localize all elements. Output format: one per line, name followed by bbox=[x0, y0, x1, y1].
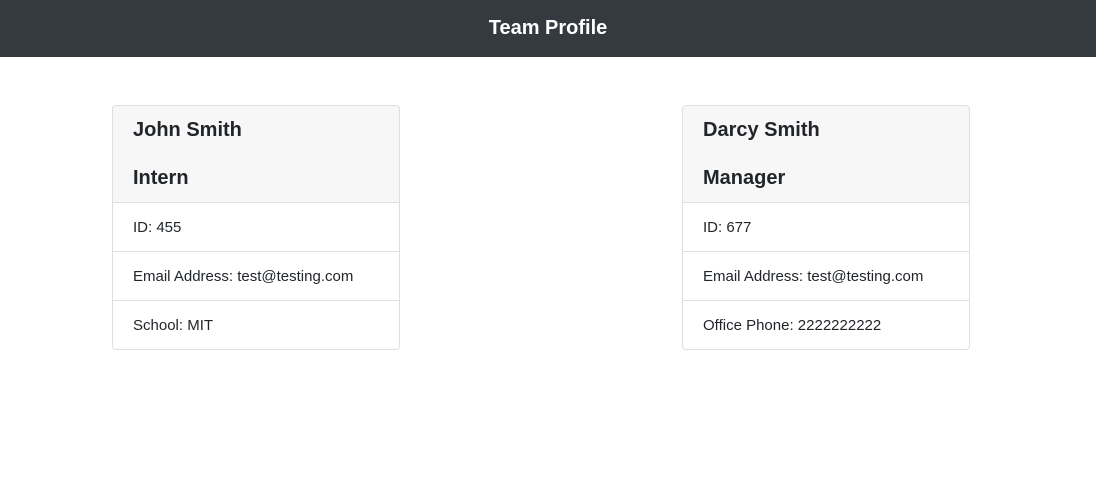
employee-phone-item: Office Phone: 2222222222 bbox=[683, 301, 969, 349]
employee-school-item: School: MIT bbox=[113, 301, 399, 349]
employee-email-item: Email Address: test@testing.com bbox=[683, 252, 969, 301]
employee-details-list: ID: 455 Email Address: test@testing.com … bbox=[113, 203, 399, 349]
employee-name: Darcy Smith bbox=[703, 119, 820, 141]
id-value: 677 bbox=[726, 218, 752, 236]
email-label: Email Address: bbox=[133, 267, 238, 285]
employee-role: Manager bbox=[703, 167, 786, 189]
email-value: test@testing.com bbox=[807, 267, 924, 285]
phone-value: 2222222222 bbox=[797, 316, 882, 334]
email-value: test@testing.com bbox=[237, 267, 354, 285]
top-navbar: Team Profile bbox=[0, 0, 1096, 57]
school-label: School: bbox=[133, 316, 188, 334]
employee-id-item: ID: 455 bbox=[113, 203, 399, 252]
email-label: Email Address: bbox=[703, 267, 808, 285]
card-header: John Smith Intern bbox=[113, 106, 399, 203]
employee-email-item: Email Address: test@testing.com bbox=[113, 252, 399, 301]
employee-name: John Smith bbox=[133, 119, 242, 141]
school-value: MIT bbox=[187, 316, 214, 334]
page-title: Team Profile bbox=[488, 17, 608, 39]
phone-label: Office Phone: bbox=[703, 316, 798, 334]
employee-details-list: ID: 677 Email Address: test@testing.com … bbox=[683, 203, 969, 349]
employee-id-item: ID: 677 bbox=[683, 203, 969, 252]
id-label: ID: bbox=[703, 218, 727, 236]
id-label: ID: bbox=[133, 218, 157, 236]
card-header: Darcy Smith Manager bbox=[683, 106, 969, 203]
employee-card-manager: Darcy Smith Manager ID: 677 Email Addres… bbox=[682, 105, 970, 350]
id-value: 455 bbox=[156, 218, 182, 236]
employee-card-intern: John Smith Intern ID: 455 Email Address:… bbox=[112, 105, 400, 350]
team-container: John Smith Intern ID: 455 Email Address:… bbox=[0, 57, 1096, 496]
employee-role: Intern bbox=[133, 167, 189, 189]
